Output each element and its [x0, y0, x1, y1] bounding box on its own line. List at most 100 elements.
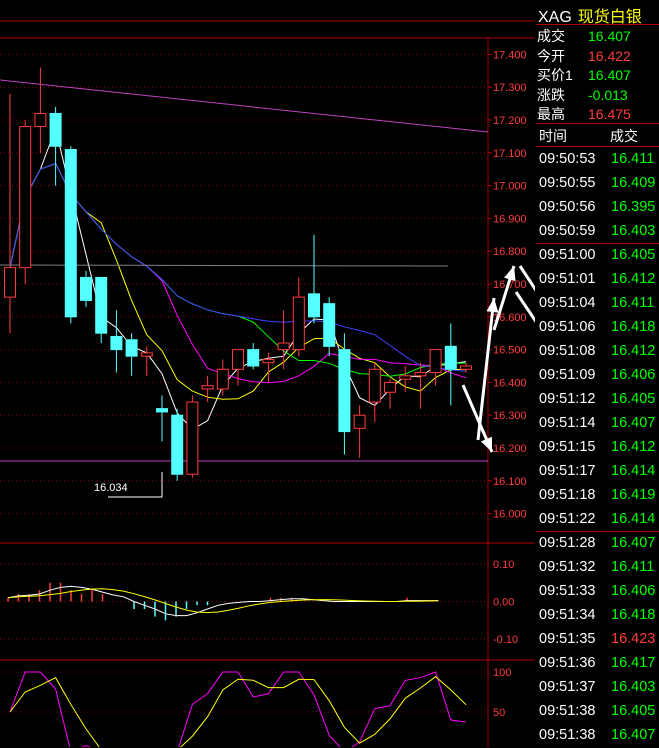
quote-value: 16.422 — [588, 47, 631, 64]
arrow-down-3 — [514, 291, 535, 323]
candle-body — [338, 349, 351, 433]
ma60-line — [9, 162, 467, 372]
arrow-up-1 — [476, 297, 496, 441]
macd-tick-label: -0.10 — [493, 634, 518, 646]
trade-price: 16.406 — [611, 583, 656, 599]
trade-price: 16.395 — [611, 199, 656, 215]
quote-value: -0.013 — [588, 86, 628, 103]
price-tick-label: 16.900 — [493, 213, 527, 225]
dea-line — [7, 588, 439, 614]
trade-row: 09:51:33 16.406 — [536, 581, 659, 604]
price-tick-label: 16.000 — [493, 509, 527, 521]
candle-body — [384, 381, 396, 393]
trade-price: 16.411 — [611, 295, 655, 311]
candle-body — [444, 345, 457, 370]
price-tick-label: 17.000 — [493, 181, 527, 193]
quote-row: 成交 16.407 — [537, 26, 631, 46]
trade-row: 09:51:32 16.411 — [536, 557, 659, 580]
trade-time: 09:51:17 — [539, 463, 596, 479]
trade-time: 09:51:18 — [539, 487, 596, 503]
quote-row: 最高 16.475 — [537, 104, 631, 124]
price-tick-label: 17.100 — [493, 148, 527, 160]
trade-time: 09:51:38 — [539, 703, 596, 719]
trade-time: 09:51:08 — [539, 343, 596, 359]
candle-body — [460, 365, 472, 370]
trade-time: 09:51:28 — [539, 535, 596, 551]
kdj-panel: 100500 — [0, 667, 511, 747]
candle-body — [414, 372, 427, 377]
candle-body — [201, 385, 214, 390]
price-tick-label: 17.300 — [493, 82, 527, 94]
trade-price: 16.407 — [611, 535, 656, 551]
quote-panel: XAG 现货白银 成交 16.407 今开 16.422 买价1 16.407 涨跌 -0.01… — [536, 0, 659, 747]
candle-body — [140, 352, 153, 357]
trade-price: 16.418 — [611, 319, 656, 335]
candle-body — [156, 408, 168, 413]
trade-price: 16.409 — [611, 175, 656, 191]
trade-row: 09:51:00 16.405 — [536, 245, 659, 268]
trade-time: 09:51:06 — [539, 319, 596, 335]
trade-time: 09:50:59 — [539, 223, 596, 239]
quote-row: 今开 16.422 — [537, 46, 631, 66]
candle-body — [216, 368, 229, 390]
candle-body — [262, 358, 275, 364]
trade-price: 16.412 — [611, 439, 656, 455]
divider — [536, 24, 659, 25]
annotation-arrows — [461, 265, 535, 453]
macd-tick-label: 0.10 — [493, 559, 514, 571]
trade-time: 09:51:14 — [539, 415, 596, 431]
candle-body — [49, 112, 62, 147]
candlestick-series — [4, 67, 472, 481]
trade-price: 16.403 — [611, 679, 656, 695]
candle-body — [125, 339, 138, 357]
trade-time: 09:51:15 — [539, 439, 596, 455]
trade-time: 09:51:01 — [539, 271, 596, 287]
trade-time: 09:51:33 — [539, 583, 596, 599]
candle-body — [171, 414, 184, 475]
trade-row: 09:50:56 16.395 — [536, 197, 659, 220]
price-chart[interactable]: 17.400 17.300 17.200 17.100 17.000 16.900 16.8… — [0, 0, 535, 747]
quote-row: 买价1 16.407 — [537, 65, 631, 85]
quote-value: 16.407 — [588, 28, 631, 44]
candle-body — [95, 276, 108, 334]
candle-body — [308, 293, 320, 318]
trade-row: 09:51:06 16.418 — [536, 317, 659, 340]
trade-price: 16.411 — [611, 151, 655, 167]
trade-row: 09:51:36 16.417 — [536, 653, 659, 676]
price-tick-label: 16.500 — [493, 345, 527, 357]
trade-price: 16.406 — [611, 367, 656, 383]
trade-row: 09:51:38 16.407 — [536, 725, 659, 748]
trade-row: 09:51:08 16.412 — [536, 341, 659, 364]
price-tick-label: 16.300 — [493, 410, 527, 422]
trade-price: 16.405 — [611, 391, 656, 407]
k-line — [9, 671, 467, 747]
trade-price: 16.419 — [611, 487, 656, 503]
trade-time: 09:51:35 — [539, 631, 596, 647]
trade-row: 09:51:15 16.412 — [536, 437, 659, 460]
quote-label: 涨跌 — [537, 86, 565, 103]
candle-body — [399, 375, 412, 380]
trade-row: 09:51:34 16.418 — [536, 605, 659, 628]
trade-price: 16.418 — [611, 607, 656, 623]
trade-row: 09:51:37 16.403 — [536, 677, 659, 700]
price-tick-label: 16.400 — [493, 377, 527, 389]
trade-price: 16.412 — [611, 343, 656, 359]
trade-row: 09:51:22 16.414 — [536, 509, 659, 532]
trade-price: 16.412 — [611, 271, 656, 287]
price-axis: 17.400 17.300 17.200 17.100 17.000 16.900 16.8… — [493, 49, 527, 520]
candle-body — [34, 112, 47, 128]
trade-price: 16.411 — [611, 559, 655, 575]
trade-row: 09:51:01 16.412 — [536, 269, 659, 292]
trade-time: 09:51:37 — [539, 679, 596, 695]
trade-time: 09:51:38 — [539, 727, 596, 743]
candle-body — [323, 303, 336, 347]
trade-row: 09:50:53 16.411 — [536, 149, 659, 172]
candle-body — [429, 349, 442, 374]
quote-label: 买价1 — [537, 67, 573, 83]
divider — [536, 146, 659, 147]
quote-label: 今开 — [537, 47, 565, 64]
trade-price: 16.405 — [611, 247, 656, 263]
price-tick-label: 16.800 — [493, 246, 527, 258]
candle-body — [353, 414, 366, 429]
candle-body — [19, 126, 32, 269]
